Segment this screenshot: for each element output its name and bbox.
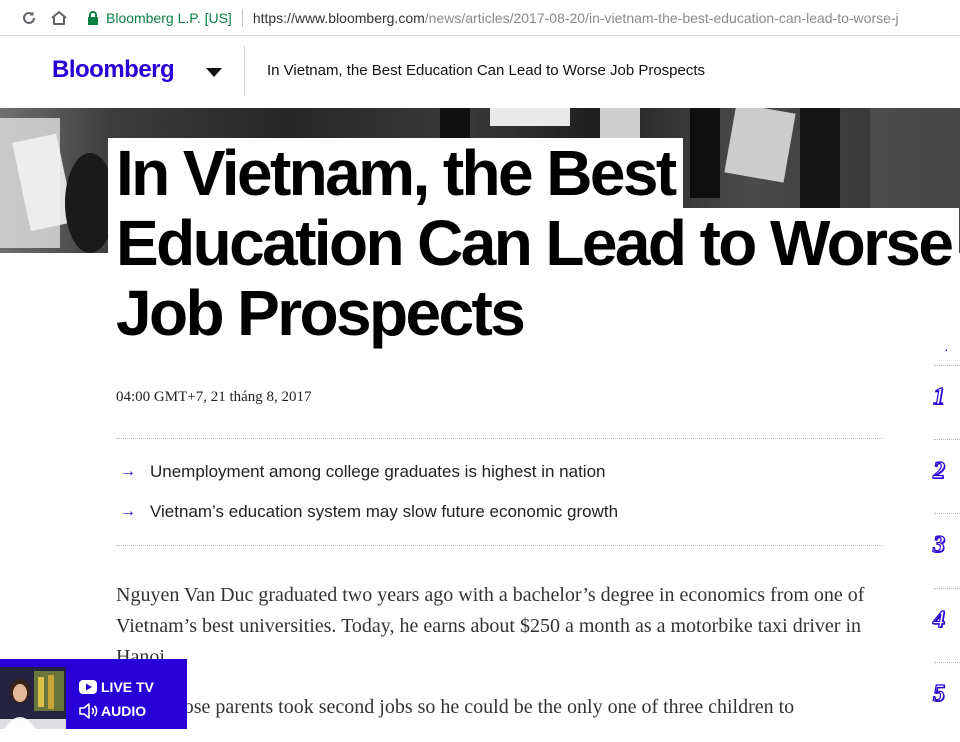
divider: [116, 545, 882, 546]
live-tv-label: LIVE TV: [101, 679, 154, 695]
header-divider: [244, 46, 245, 96]
rail-item-number-3[interactable]: 3: [932, 531, 945, 559]
site-header: Bloomberg In Vietnam, the Best Education…: [0, 36, 960, 108]
article-body: Nguyen Van Duc graduated two years ago w…: [116, 580, 906, 742]
speaker-icon: [78, 703, 98, 719]
headline-line-2: Education Can Lead to Worse: [108, 208, 960, 278]
play-icon: [78, 679, 98, 695]
body-paragraph: Nguyen Van Duc graduated two years ago w…: [116, 584, 865, 668]
audio-button[interactable]: AUDIO: [78, 703, 146, 719]
bloomberg-logo[interactable]: Bloomberg: [52, 56, 175, 84]
divider: [116, 438, 882, 439]
arrow-right-icon: →: [120, 503, 136, 520]
rail-divider: [934, 588, 960, 589]
rail-item-number-4[interactable]: 4: [932, 606, 945, 634]
rail-divider: [934, 365, 960, 366]
url-host: https://www.bloomberg.com: [252, 10, 425, 26]
rail-divider: [934, 439, 960, 440]
reload-icon[interactable]: [18, 7, 40, 29]
takeaway-text: Unemployment among college graduates is …: [150, 462, 606, 481]
rail-item-number-2[interactable]: 2: [932, 457, 945, 485]
rail-item-number-1[interactable]: 1: [932, 383, 945, 411]
home-icon[interactable]: [48, 7, 70, 29]
browser-toolbar: Bloomberg L.P. [US] https://www.bloomber…: [0, 0, 960, 36]
omnibox-divider: [241, 9, 243, 27]
headline-line-1: In Vietnam, the Best: [108, 138, 683, 208]
headline-line-3: Job Prospects: [108, 278, 532, 348]
audio-label: AUDIO: [101, 703, 147, 719]
rail-divider: [934, 513, 960, 514]
secure-connection-label: Bloomberg L.P. [US]: [106, 10, 232, 26]
takeaway-text: Vietnam’s education system may slow futu…: [150, 502, 619, 521]
article-date: 04:00 GMT+7, 21 tháng 8, 2017: [116, 389, 312, 405]
live-video-thumbnail[interactable]: [0, 667, 66, 729]
chevron-down-icon[interactable]: [204, 62, 224, 82]
address-bar[interactable]: Bloomberg L.P. [US] https://www.bloomber…: [78, 4, 960, 32]
live-widget: LIVE TV AUDIO: [0, 659, 187, 729]
live-tv-button[interactable]: LIVE TV: [78, 679, 154, 695]
rail-marker: ·: [944, 341, 949, 357]
rail-item-number-5[interactable]: 5: [932, 680, 945, 708]
back-button[interactable]: [0, 7, 10, 29]
url-path: /news/articles/2017-08-20/in-vietnam-the…: [424, 10, 899, 26]
lock-icon: [86, 10, 100, 26]
body-paragraph: Duc, whose parents took second jobs so h…: [116, 696, 795, 718]
rail-divider: [934, 662, 960, 663]
takeaway-item: → Vietnam’s education system may slow fu…: [120, 502, 618, 522]
arrow-right-icon: →: [120, 463, 136, 480]
takeaway-item: → Unemployment among college graduates i…: [120, 462, 606, 482]
header-article-title: In Vietnam, the Best Education Can Lead …: [267, 62, 706, 79]
